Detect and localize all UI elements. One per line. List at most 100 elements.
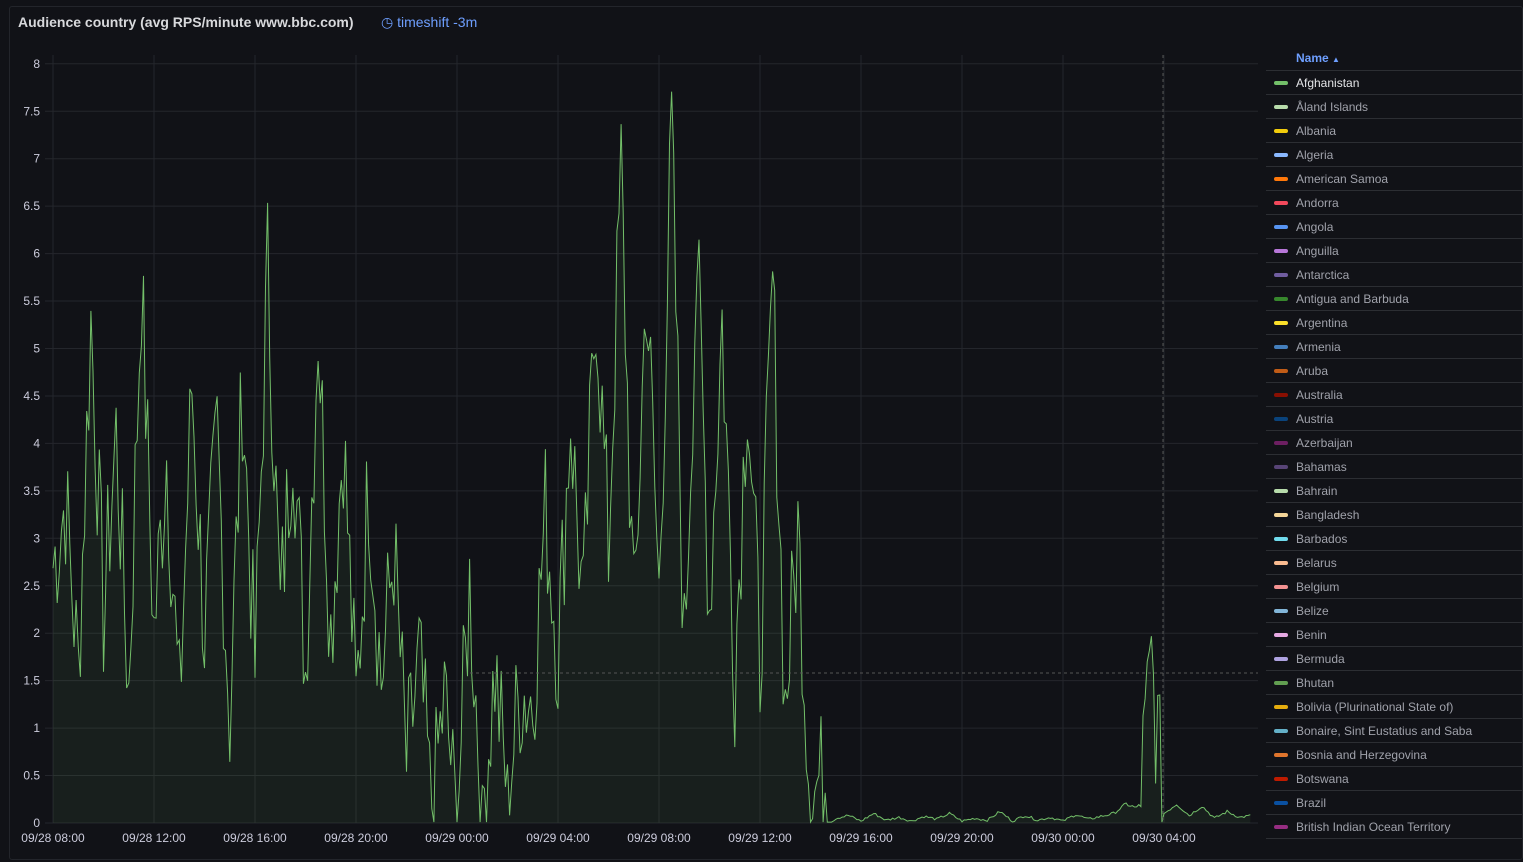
legend-item-label: Benin bbox=[1296, 627, 1327, 642]
legend-item-label: Bonaire, Sint Eustatius and Saba bbox=[1296, 723, 1473, 738]
y-tick-label: 8 bbox=[33, 57, 40, 71]
y-tick-label: 3 bbox=[33, 531, 40, 545]
legend-item[interactable]: Bhutan bbox=[1266, 671, 1522, 695]
legend-item[interactable]: Bolivia (Plurinational State of) bbox=[1266, 695, 1522, 719]
legend-item-label: Bhutan bbox=[1296, 675, 1335, 690]
y-tick-label: 4 bbox=[33, 436, 40, 450]
legend-item-label: Armenia bbox=[1296, 339, 1341, 354]
legend-item-label: Bahamas bbox=[1296, 459, 1347, 474]
x-tick-label: 09/30 04:00 bbox=[1132, 831, 1196, 845]
legend-item-label: Belize bbox=[1296, 603, 1329, 618]
legend-item[interactable]: British Indian Ocean Territory bbox=[1266, 815, 1522, 839]
legend-item[interactable]: Benin bbox=[1266, 623, 1522, 647]
y-tick-label: 6.5 bbox=[23, 199, 40, 213]
legend-item[interactable]: Aruba bbox=[1266, 359, 1522, 383]
chevron-up-icon: ▲ bbox=[1332, 55, 1340, 64]
series-color-swatch bbox=[1274, 440, 1288, 445]
y-tick-label: 6 bbox=[33, 247, 40, 261]
x-tick-label: 09/29 04:00 bbox=[526, 831, 590, 845]
legend-item[interactable]: Bahamas bbox=[1266, 455, 1522, 479]
legend-item[interactable]: Australia bbox=[1266, 383, 1522, 407]
legend-item[interactable]: Bermuda bbox=[1266, 647, 1522, 671]
legend-item[interactable]: Anguilla bbox=[1266, 239, 1522, 263]
legend-item[interactable]: Belarus bbox=[1266, 551, 1522, 575]
y-tick-label: 3.5 bbox=[23, 484, 40, 498]
series-color-swatch bbox=[1274, 608, 1288, 613]
series-color-swatch bbox=[1274, 560, 1288, 565]
legend-item[interactable]: Botswana bbox=[1266, 767, 1522, 791]
legend-item-label: Brazil bbox=[1296, 795, 1327, 810]
series-color-swatch bbox=[1274, 272, 1288, 277]
legend-item[interactable]: Angola bbox=[1266, 215, 1522, 239]
legend-item-label: Bangladesh bbox=[1296, 507, 1360, 522]
legend-item[interactable]: Andorra bbox=[1266, 191, 1522, 215]
legend-item-label: Belgium bbox=[1296, 579, 1340, 594]
time-series-chart[interactable]: 0 0.5 1 1.5 2 2.5 3 3.5 4 4.5 5 5.5 6 6.5 7 7.5 8 09/28 0… bbox=[0, 0, 1265, 862]
series-color-swatch bbox=[1274, 248, 1288, 253]
x-tick-label: 09/29 12:00 bbox=[728, 831, 792, 845]
series-color-swatch bbox=[1274, 416, 1288, 421]
legend-item-label: Brunei Darussalam bbox=[1296, 844, 1398, 847]
series-color-swatch bbox=[1274, 80, 1288, 85]
legend-item[interactable]: American Samoa bbox=[1266, 167, 1522, 191]
legend-item-label: Austria bbox=[1296, 411, 1334, 426]
legend-item-label: Bermuda bbox=[1296, 651, 1345, 666]
series-color-swatch bbox=[1274, 656, 1288, 661]
legend-item[interactable]: Barbados bbox=[1266, 527, 1522, 551]
series-color-swatch bbox=[1274, 296, 1288, 301]
legend-item[interactable]: Algeria bbox=[1266, 143, 1522, 167]
legend-item[interactable]: Brazil bbox=[1266, 791, 1522, 815]
legend-item-label: British Indian Ocean Territory bbox=[1296, 819, 1451, 834]
legend-item-label: Andorra bbox=[1296, 195, 1339, 210]
legend-item-label: Bosnia and Herzegovina bbox=[1296, 747, 1427, 762]
legend-table: Name ▲ Afghanistan Åland Islands Albania Al… bbox=[1266, 46, 1522, 846]
series-color-swatch bbox=[1274, 728, 1288, 733]
series-color-swatch bbox=[1274, 680, 1288, 685]
y-tick-label: 1 bbox=[33, 721, 40, 735]
legend-item[interactable]: Bahrain bbox=[1266, 479, 1522, 503]
legend-item-label: Bahrain bbox=[1296, 483, 1338, 498]
series-color-swatch bbox=[1274, 632, 1288, 637]
legend-item-label: Barbados bbox=[1296, 531, 1348, 546]
series-color-swatch bbox=[1274, 104, 1288, 109]
series-color-swatch bbox=[1274, 464, 1288, 469]
legend-item[interactable]: Belgium bbox=[1266, 575, 1522, 599]
legend-item-label: Argentina bbox=[1296, 315, 1348, 330]
legend-header-label: Name bbox=[1296, 51, 1329, 65]
series-area-fill bbox=[53, 91, 1251, 823]
legend-item-label: Angola bbox=[1296, 219, 1334, 234]
legend-item-label: American Samoa bbox=[1296, 171, 1389, 186]
y-tick-label: 0 bbox=[33, 816, 40, 830]
y-tick-label: 7 bbox=[33, 152, 40, 166]
legend-item[interactable]: Brunei Darussalam bbox=[1266, 839, 1522, 847]
y-tick-label: 5.5 bbox=[23, 294, 40, 308]
legend-item[interactable]: Afghanistan bbox=[1266, 71, 1522, 95]
legend-item-label: Azerbaijan bbox=[1296, 435, 1353, 450]
legend-item[interactable]: Armenia bbox=[1266, 335, 1522, 359]
x-tick-label: 09/28 12:00 bbox=[122, 831, 186, 845]
legend-item[interactable]: Austria bbox=[1266, 407, 1522, 431]
x-tick-label: 09/28 08:00 bbox=[21, 831, 85, 845]
legend-item[interactable]: Azerbaijan bbox=[1266, 431, 1522, 455]
legend-item-label: Belarus bbox=[1296, 555, 1337, 570]
legend-item[interactable]: Bangladesh bbox=[1266, 503, 1522, 527]
y-tick-label: 1.5 bbox=[23, 674, 40, 688]
legend-item[interactable]: Åland Islands bbox=[1266, 95, 1522, 119]
legend-item[interactable]: Bonaire, Sint Eustatius and Saba bbox=[1266, 719, 1522, 743]
legend-item[interactable]: Bosnia and Herzegovina bbox=[1266, 743, 1522, 767]
y-tick-label: 7.5 bbox=[23, 104, 40, 118]
series-color-swatch bbox=[1274, 152, 1288, 157]
y-tick-label: 2 bbox=[33, 626, 40, 640]
legend-item-label: Algeria bbox=[1296, 147, 1334, 162]
series-color-swatch bbox=[1274, 584, 1288, 589]
y-tick-label: 0.5 bbox=[23, 769, 40, 783]
legend-item[interactable]: Argentina bbox=[1266, 311, 1522, 335]
legend-item[interactable]: Albania bbox=[1266, 119, 1522, 143]
legend-item[interactable]: Belize bbox=[1266, 599, 1522, 623]
legend-item[interactable]: Antarctica bbox=[1266, 263, 1522, 287]
series-color-swatch bbox=[1274, 800, 1288, 805]
legend-item-label: Antigua and Barbuda bbox=[1296, 291, 1409, 306]
legend-item-label: Australia bbox=[1296, 387, 1343, 402]
legend-item[interactable]: Antigua and Barbuda bbox=[1266, 287, 1522, 311]
legend-header-name[interactable]: Name ▲ bbox=[1266, 46, 1522, 71]
